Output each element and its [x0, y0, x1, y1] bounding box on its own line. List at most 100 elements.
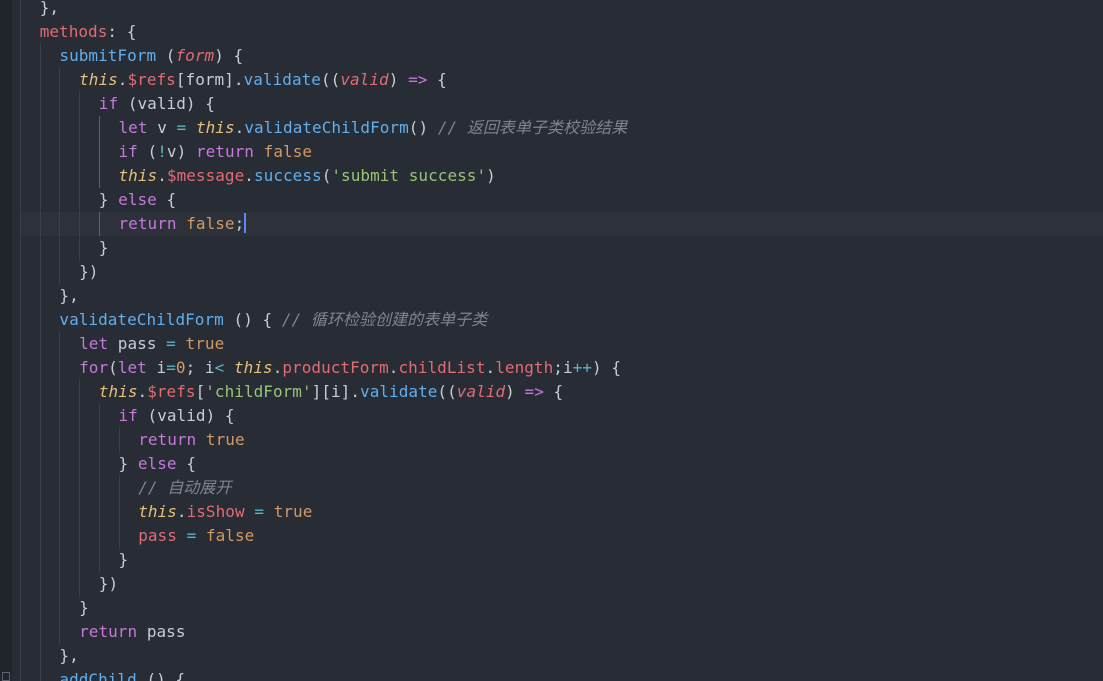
code-line[interactable]: if (valid) { — [0, 92, 1103, 116]
code-token: ) — [505, 382, 525, 401]
code-token: }) — [79, 262, 99, 281]
code-text: this.$refs['childForm'][i].validate((val… — [99, 380, 563, 404]
code-line[interactable]: return true — [0, 428, 1103, 452]
code-line[interactable]: methods: { — [0, 20, 1103, 44]
code-token: [form]. — [175, 70, 244, 89]
code-token: }) — [98, 574, 119, 593]
indent-guide — [118, 428, 120, 452]
code-token: valid — [340, 70, 389, 89]
code-line[interactable]: } — [0, 236, 1103, 260]
code-line[interactable]: this.isShow = true — [0, 500, 1103, 524]
code-token: (( — [437, 382, 457, 401]
indent-guide — [20, 188, 21, 212]
code-token: } — [98, 190, 119, 209]
indent-guide — [59, 380, 61, 404]
code-token: isShow — [186, 502, 245, 521]
code-line[interactable]: validateChildForm () { // 循环检验创建的表单子类 — [0, 308, 1103, 332]
indent-guide — [59, 524, 61, 548]
code-token: return — [195, 142, 254, 161]
code-token: } — [98, 238, 109, 257]
indent-guide — [79, 188, 81, 212]
code-line[interactable]: this.$refs['childForm'][i].validate((val… — [0, 380, 1103, 404]
code-line[interactable]: this.$message.success('submit success') — [0, 164, 1103, 188]
code-token: ) { — [591, 358, 622, 377]
code-line[interactable]: if (valid) { — [0, 404, 1103, 428]
code-token: validate — [243, 70, 321, 89]
code-line[interactable]: addChild () { — [0, 668, 1103, 681]
code-line[interactable]: }, — [0, 284, 1103, 308]
indent-guide — [98, 164, 100, 188]
code-line[interactable]: return pass — [0, 620, 1103, 644]
code-line[interactable]: let pass = true — [0, 332, 1103, 356]
code-token: v) — [166, 142, 196, 161]
text-cursor — [244, 213, 247, 233]
code-text: let pass = true — [79, 332, 224, 356]
code-line[interactable]: let v = this.validateChildForm() // 返回表单… — [0, 116, 1103, 140]
code-token: 0 — [175, 358, 186, 377]
code-token: : { — [107, 22, 137, 41]
indent-guide — [20, 164, 21, 188]
code-text: this.$refs[form].validate((valid) => { — [79, 68, 447, 92]
code-token: } — [118, 550, 129, 569]
code-token: => — [524, 382, 544, 401]
code-line[interactable]: for(let i=0; i< this.productForm.childLi… — [0, 356, 1103, 380]
code-token: () { — [223, 310, 282, 329]
code-line[interactable]: }, — [0, 644, 1103, 668]
indent-guide — [20, 44, 21, 68]
code-line[interactable]: // 自动展开 — [0, 476, 1103, 500]
code-token: = — [176, 118, 187, 137]
code-token: pass — [138, 526, 177, 545]
indent-guide — [118, 500, 120, 524]
indent-guide — [20, 20, 21, 44]
code-token: validate — [360, 382, 438, 401]
indent-guide — [20, 116, 21, 140]
code-token: submitForm — [59, 46, 157, 65]
code-token: . — [244, 166, 254, 185]
code-line[interactable]: } — [0, 548, 1103, 572]
code-token: { — [176, 454, 196, 473]
code-token: else — [137, 454, 177, 473]
code-line[interactable]: }) — [0, 260, 1103, 284]
indent-guide — [59, 212, 61, 236]
code-token: . — [137, 382, 148, 401]
code-token: this — [79, 70, 118, 89]
code-line[interactable]: submitForm (form) { — [0, 44, 1103, 68]
code-token: $message — [166, 166, 245, 185]
code-line[interactable]: } else { — [0, 452, 1103, 476]
code-line[interactable]: }) — [0, 572, 1103, 596]
indent-guide — [59, 116, 61, 140]
code-token: ][i]. — [311, 382, 361, 401]
indent-guide — [98, 476, 100, 500]
code-text: if (!v) return false — [119, 140, 313, 164]
code-line[interactable]: }, — [0, 0, 1103, 20]
indent-guide — [20, 356, 21, 380]
code-line[interactable]: } — [0, 596, 1103, 620]
indent-guide — [59, 164, 61, 188]
code-line[interactable]: this.$refs[form].validate((valid) => { — [0, 68, 1103, 92]
code-line[interactable]: pass = false — [0, 524, 1103, 548]
code-token: }, — [39, 0, 60, 17]
code-token: 'childForm' — [205, 382, 312, 401]
code-line[interactable]: } else { — [0, 188, 1103, 212]
indent-guide — [20, 428, 21, 452]
code-token: ( — [156, 46, 176, 65]
code-line[interactable]: if (!v) return false — [0, 140, 1103, 164]
code-editor[interactable]: }, methods: {submitForm (form) {this.$ref… — [0, 0, 1103, 681]
code-text: let v = this.validateChildForm() // 返回表单… — [119, 116, 628, 140]
indent-guide — [39, 236, 41, 260]
code-token: methods — [39, 22, 108, 41]
code-token: = — [186, 526, 197, 545]
current-code-line[interactable]: return false; — [20, 212, 1103, 236]
indent-guide — [98, 116, 100, 140]
code-token: let — [117, 358, 147, 377]
code-token: } — [118, 454, 138, 473]
indent-guide — [39, 212, 41, 236]
code-token: = — [166, 334, 176, 353]
indent-guide — [39, 500, 41, 524]
indent-guide — [59, 596, 61, 620]
indent-guide — [39, 164, 41, 188]
indent-guide — [59, 332, 61, 356]
